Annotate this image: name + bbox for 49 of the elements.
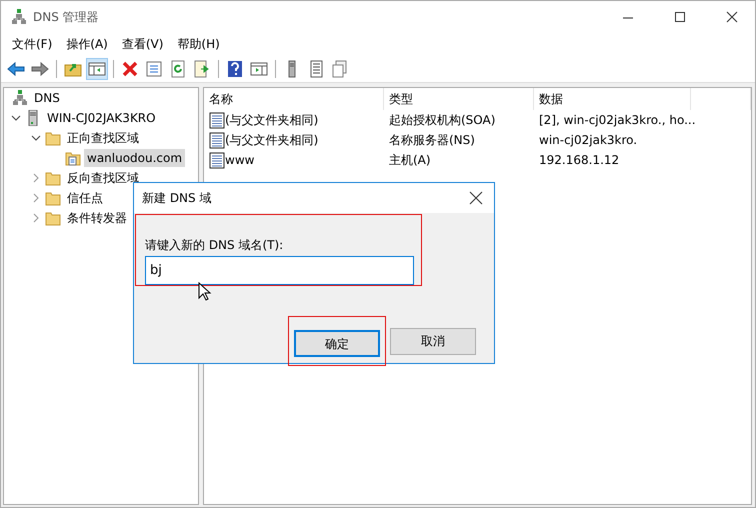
column-header[interactable]: 名称 bbox=[204, 88, 384, 110]
input-field[interactable]: bj bbox=[145, 256, 414, 285]
close-icon[interactable] bbox=[469, 191, 483, 205]
refresh-icon[interactable] bbox=[169, 60, 187, 78]
tree-item[interactable]: 条件转发器 bbox=[64, 209, 130, 227]
table-cell-text: (与父文件夹相同) bbox=[225, 112, 318, 129]
folder-icon bbox=[45, 170, 61, 186]
document-icon[interactable] bbox=[145, 60, 163, 78]
dialog-button[interactable]: 确定 bbox=[294, 330, 380, 357]
menu-item[interactable]: 文件(F) bbox=[5, 34, 60, 52]
window-title: DNS 管理器 bbox=[33, 8, 99, 26]
forward-arrow-icon[interactable] bbox=[31, 60, 49, 78]
table-cell-text: www bbox=[225, 152, 254, 169]
tree-item[interactable]: WIN-CJ02JAK3KRO bbox=[44, 109, 159, 127]
zone-file-icon bbox=[65, 150, 81, 166]
folder-icon bbox=[45, 190, 61, 206]
dns-icon bbox=[12, 90, 28, 106]
cursor-icon bbox=[198, 282, 212, 301]
folder-icon bbox=[45, 210, 61, 226]
help-icon[interactable] bbox=[226, 60, 244, 78]
pages-icon[interactable] bbox=[331, 60, 349, 78]
dialog-button[interactable]: 取消 bbox=[390, 328, 476, 354]
record-icon bbox=[209, 152, 225, 168]
field-label: 请键入新的 DNS 域名(T): bbox=[145, 237, 284, 254]
dialog-title: 新建 DNS 域 bbox=[142, 190, 212, 207]
table-cell-text: [2], win-cj02jak3kro., ho... bbox=[539, 112, 696, 129]
dns-icon bbox=[11, 8, 27, 24]
table-cell-text: (与父文件夹相同) bbox=[225, 132, 318, 149]
menu-item[interactable]: 帮助(H) bbox=[170, 34, 227, 52]
table-cell-text: 主机(A) bbox=[389, 152, 431, 169]
tree-item[interactable]: DNS bbox=[31, 89, 63, 107]
record-icon bbox=[209, 112, 225, 128]
menu-item[interactable]: 操作(A) bbox=[59, 34, 115, 52]
menu-item[interactable]: 查看(V) bbox=[114, 34, 170, 52]
tree-item[interactable]: wanluodou.com bbox=[84, 149, 186, 167]
table-cell-text: win-cj02jak3kro. bbox=[539, 132, 638, 149]
column-header[interactable]: 数据 bbox=[534, 88, 691, 110]
tree-item[interactable]: 信任点 bbox=[64, 189, 106, 207]
window-pane-icon[interactable] bbox=[250, 60, 268, 78]
export-icon[interactable] bbox=[193, 60, 211, 78]
record-icon bbox=[209, 132, 225, 148]
table-cell-text: 192.168.1.12 bbox=[539, 152, 620, 169]
folder-icon bbox=[45, 130, 61, 146]
table-cell-text: 起始授权机构(SOA) bbox=[389, 112, 496, 129]
column-header[interactable]: 类型 bbox=[384, 88, 534, 110]
table-cell-text: 名称服务器(NS) bbox=[389, 132, 475, 149]
delete-icon[interactable] bbox=[121, 60, 139, 78]
back-arrow-icon[interactable] bbox=[7, 60, 25, 78]
tree-item[interactable]: 正向查找区域 bbox=[64, 129, 142, 147]
